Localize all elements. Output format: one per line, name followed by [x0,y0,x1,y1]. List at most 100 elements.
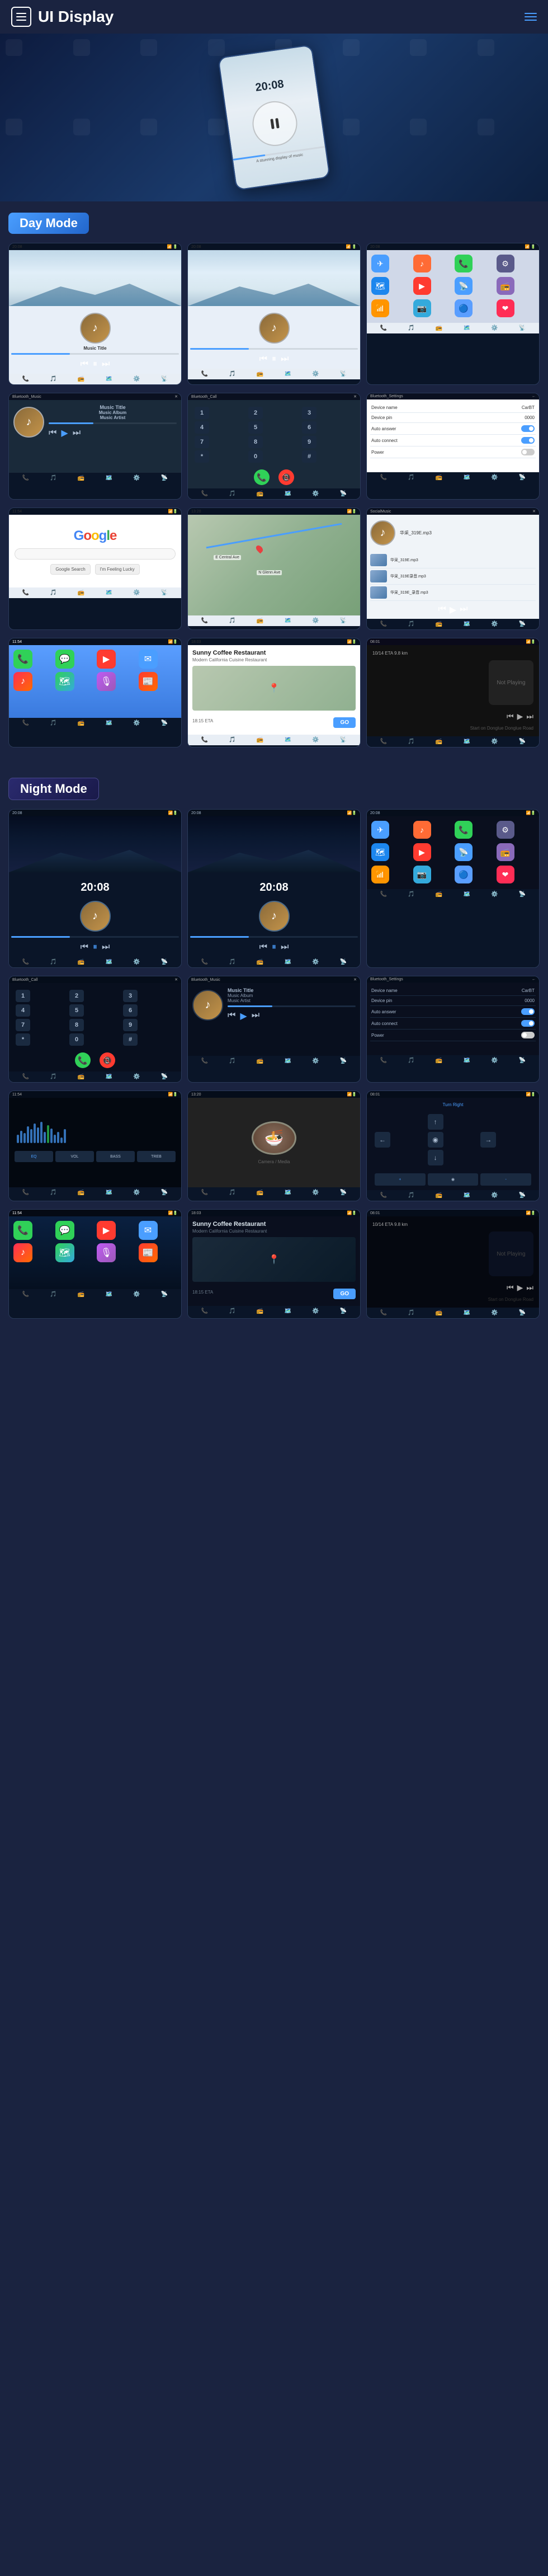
app-phone[interactable]: 📞 [455,255,473,272]
ni-phone[interactable]: 📞 [22,1291,29,1298]
music-controls-2[interactable]: ⏮ ⏸ ⏭ [259,354,289,364]
ns-settings[interactable]: ⚙️ [491,1057,498,1064]
n2-settings[interactable]: ⚙️ [312,959,319,965]
key-8[interactable]: 8 [248,436,263,448]
n2-music[interactable]: 🎵 [229,959,235,965]
app-extra1[interactable]: 🔵 [455,299,473,317]
sc-bt-icon[interactable]: 📡 [519,621,526,627]
n-app-bt[interactable]: 📡 [455,843,473,861]
bt-controls[interactable]: ⏮ ▶ ⏭ [49,427,177,439]
n-next-1[interactable]: ⏭ [102,942,110,952]
nr-music[interactable]: 🎵 [229,1308,235,1314]
key-star[interactable]: * [195,450,209,463]
ncp-radio[interactable]: 📻 [436,1310,442,1316]
wv-btn-4[interactable]: TREB [137,1151,176,1162]
n-key-5[interactable]: 5 [69,1004,84,1017]
n-ios-news-app[interactable]: 📰 [139,1243,158,1262]
ios-maps-app[interactable]: 🗺 [55,672,74,691]
wv-settings[interactable]: ⚙️ [133,1190,140,1196]
google-search-bar[interactable] [15,548,176,560]
fd-phone[interactable]: 📞 [201,1190,208,1196]
ncp-music[interactable]: 🎵 [408,1310,414,1316]
arr-up[interactable]: ↑ [428,1114,443,1130]
key-1[interactable]: 1 [195,407,209,419]
ios-music-app[interactable]: ♪ [13,672,32,691]
sc-radio-icon[interactable]: 📻 [436,621,442,627]
ios-music-icon[interactable]: 🎵 [50,720,56,726]
arr-right[interactable]: → [480,1132,496,1148]
key-5[interactable]: 5 [248,421,263,434]
nm-phone[interactable]: 📞 [201,1058,208,1064]
sc-nav-icon[interactable]: 🗺️ [464,621,470,627]
n-pause-1[interactable]: ⏸ [93,942,97,952]
nm-radio[interactable]: 📻 [257,1058,263,1064]
bt-icon[interactable]: 📡 [161,376,168,382]
n-go-button[interactable]: GO [333,1289,356,1299]
ios-msg-app[interactable]: 💬 [55,650,74,669]
key-2[interactable]: 2 [248,407,263,419]
n-key-0[interactable]: 0 [69,1033,84,1046]
nc-radio[interactable]: 📻 [78,1074,84,1080]
menu-button[interactable] [11,7,31,27]
nc-bt[interactable]: 📡 [161,1074,168,1080]
n-key-4[interactable]: 4 [16,1004,30,1017]
na-bt[interactable]: 📡 [519,1192,526,1198]
app-radio[interactable]: 📻 [497,277,514,295]
ncp-next[interactable]: ⏭ [526,1283,533,1292]
music-controls[interactable]: ⏮ ⏸ ⏭ [81,359,110,369]
nm-music[interactable]: 🎵 [229,1058,235,1064]
s-settings-icon[interactable]: ⚙️ [491,474,498,481]
wv-nav[interactable]: 🗺️ [106,1190,112,1196]
n-key-1[interactable]: 1 [16,990,30,1002]
power-toggle[interactable] [521,449,535,455]
key-9[interactable]: 9 [302,436,316,448]
g-settings-icon[interactable]: ⚙️ [133,590,140,596]
n1-phone[interactable]: 📞 [22,959,29,965]
ios-settings-icon[interactable]: ⚙️ [133,720,140,726]
n3-phone[interactable]: 📞 [380,891,387,897]
n-app-extra1[interactable]: 🔵 [455,866,473,883]
bt-nav-icon[interactable]: 🗺️ [106,475,112,481]
n2-nav[interactable]: 🗺️ [285,959,291,965]
bt-music-icon-b[interactable]: 🎵 [50,475,56,481]
c-settings-icon[interactable]: ⚙️ [312,491,319,497]
ios-news-app[interactable]: 📰 [139,672,158,691]
n3-settings[interactable]: ⚙️ [491,891,498,897]
r-music-icon[interactable]: 🎵 [229,737,235,743]
ios-nav-icon[interactable]: 🗺️ [106,720,112,726]
m-nav-icon[interactable]: 🗺️ [285,618,291,624]
ios-phone-app[interactable]: 📞 [13,650,32,669]
ns-phone[interactable]: 📞 [380,1057,387,1064]
sc-music-icon[interactable]: 🎵 [408,621,414,627]
ncp-play[interactable]: ▶ [517,1283,523,1292]
nav-icon-2[interactable]: 🗺️ [285,371,291,377]
social-play[interactable]: ▶ [450,604,456,615]
r-settings-icon[interactable]: ⚙️ [312,737,319,743]
next-icon-2[interactable]: ⏭ [281,354,289,364]
nav-btn-center[interactable]: ◉ [428,1173,479,1186]
wv-music[interactable]: 🎵 [50,1190,56,1196]
fd-radio[interactable]: 📻 [257,1190,263,1196]
call-btn[interactable]: 📞 [254,469,270,485]
app-wifi[interactable]: 📶 [371,299,389,317]
n-ios-podcast-app[interactable]: 🎙 [97,1243,116,1262]
s-radio-icon[interactable]: 📻 [436,474,442,481]
wv-btn-1[interactable]: EQ [15,1151,53,1162]
ns-radio[interactable]: 📻 [436,1057,442,1064]
bt-icon-2[interactable]: 📡 [340,371,347,377]
n-key-3[interactable]: 3 [123,990,138,1002]
nr-phone[interactable]: 📞 [201,1308,208,1314]
social-item-3[interactable]: 华采_319E_录音.mp3 [370,585,536,601]
n1-music[interactable]: 🎵 [50,959,56,965]
ns-nav[interactable]: 🗺️ [464,1057,470,1064]
n-btm-close[interactable]: ✕ [353,977,357,982]
app-bt[interactable]: 📡 [455,277,473,295]
arr-left[interactable]: ← [375,1132,390,1148]
fd-bt[interactable]: 📡 [340,1190,347,1196]
bt-radio-icon[interactable]: 📻 [78,475,84,481]
auto-answer-toggle[interactable] [521,425,535,432]
na-settings[interactable]: ⚙️ [491,1192,498,1198]
nc-settings[interactable]: ⚙️ [133,1074,140,1080]
nc-music[interactable]: 🎵 [50,1074,56,1080]
nav-btn-zoom-out[interactable]: - [480,1173,531,1186]
